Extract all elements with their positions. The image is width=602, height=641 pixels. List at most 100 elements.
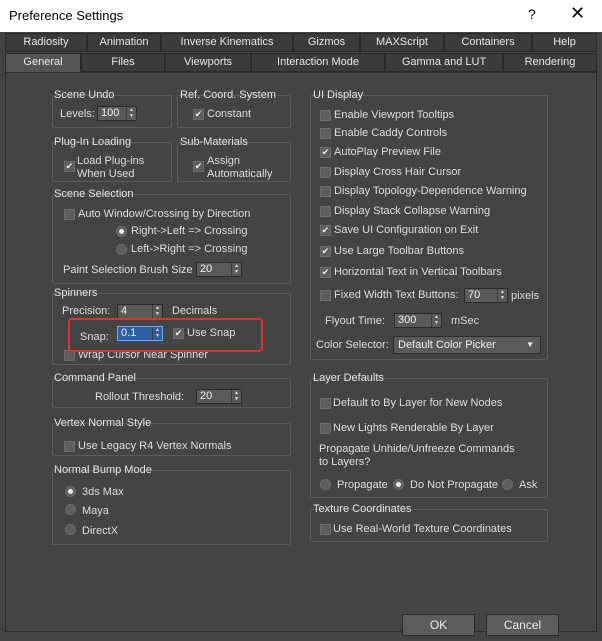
real-world-checkbox-icon[interactable] bbox=[320, 524, 331, 535]
fixed-width-label: Fixed Width Text Buttons: bbox=[334, 289, 459, 301]
topology-warning-checkbox-icon[interactable] bbox=[320, 186, 331, 197]
rollout-value: 20 bbox=[200, 390, 213, 402]
rollout-label: Rollout Threshold: bbox=[95, 391, 185, 403]
spinners-title: Spinners bbox=[54, 287, 98, 299]
auto-window-label: Auto Window/Crossing by Direction bbox=[78, 208, 251, 220]
left-right-radio-icon[interactable] bbox=[116, 244, 127, 255]
window-title: Preference Settings bbox=[9, 8, 124, 23]
new-lights-checkbox-icon[interactable] bbox=[320, 423, 331, 434]
horizontal-text-label: Horizontal Text in Vertical Toolbars bbox=[334, 266, 502, 278]
ui-display-title: UI Display bbox=[313, 89, 364, 101]
tab-containers[interactable]: Containers bbox=[444, 33, 532, 52]
load-plugins-line1: Load Plug-ins bbox=[77, 155, 145, 167]
assign-checkbox-icon[interactable]: ✔ bbox=[193, 161, 204, 172]
right-left-label: Right->Left => Crossing bbox=[131, 225, 248, 237]
layer-defaults-title: Layer Defaults bbox=[313, 372, 384, 384]
msec-label: mSec bbox=[451, 315, 480, 327]
brush-size-spinner[interactable]: 20 ▲ ▼ bbox=[196, 262, 242, 277]
left-right-label: Left->Right => Crossing bbox=[131, 243, 248, 255]
use-snap-checkbox-icon[interactable]: ✔ bbox=[173, 328, 184, 339]
default-by-layer-checkbox-icon[interactable] bbox=[320, 398, 331, 409]
do-not-propagate-radio-icon[interactable] bbox=[393, 479, 404, 490]
spinner-arrows-icon[interactable]: ▲ ▼ bbox=[431, 314, 441, 327]
save-ui-label: Save UI Configuration on Exit bbox=[334, 224, 479, 236]
tab-inverse-kinematics[interactable]: Inverse Kinematics bbox=[161, 33, 293, 52]
autoplay-preview-checkbox-icon[interactable]: ✔ bbox=[320, 147, 331, 158]
large-toolbar-checkbox-icon[interactable]: ✔ bbox=[320, 246, 331, 257]
pixels-label: pixels bbox=[511, 290, 540, 302]
bump-maya-label: Maya bbox=[82, 505, 109, 517]
spinner-arrows-icon[interactable]: ▲ ▼ bbox=[497, 289, 507, 302]
close-button[interactable]: ✕ bbox=[570, 3, 585, 24]
tab-animation[interactable]: Animation bbox=[87, 33, 161, 52]
fixed-width-spinner[interactable]: 70 ▲ ▼ bbox=[464, 288, 508, 303]
propagate-radio-icon[interactable] bbox=[320, 479, 331, 490]
tab-interaction-mode[interactable]: Interaction Mode bbox=[251, 53, 385, 72]
snap-label: Snap: bbox=[80, 331, 109, 343]
tab-general[interactable]: General bbox=[5, 53, 81, 72]
plugin-loading-title: Plug-In Loading bbox=[54, 136, 132, 148]
spinner-arrows-icon[interactable]: ▲ ▼ bbox=[152, 327, 162, 340]
flyout-time-label: Flyout Time: bbox=[325, 315, 385, 327]
brush-size-label: Paint Selection Brush Size bbox=[63, 264, 193, 276]
spinner-arrows-icon[interactable]: ▲ ▼ bbox=[231, 263, 241, 276]
flyout-time-spinner[interactable]: 300 ▲ ▼ bbox=[394, 313, 442, 328]
bump-directx-radio-icon[interactable] bbox=[65, 524, 76, 535]
save-ui-checkbox-icon[interactable]: ✔ bbox=[320, 225, 331, 236]
bump-directx-label: DirectX bbox=[82, 525, 119, 537]
assign-line1: Assign bbox=[207, 155, 241, 167]
ref-coord-title: Ref. Coord. System bbox=[180, 89, 276, 101]
help-button[interactable]: ? bbox=[528, 6, 536, 22]
brush-size-value: 20 bbox=[200, 263, 213, 275]
spinner-arrows-icon[interactable]: ▲ ▼ bbox=[231, 390, 241, 403]
precision-value: 4 bbox=[121, 305, 128, 317]
ask-radio-icon[interactable] bbox=[502, 479, 513, 490]
horizontal-text-checkbox-icon[interactable]: ✔ bbox=[320, 267, 331, 278]
cross-hair-label: Display Cross Hair Cursor bbox=[334, 166, 462, 178]
fixed-width-checkbox-icon[interactable] bbox=[320, 290, 331, 301]
stack-collapse-checkbox-icon[interactable] bbox=[320, 206, 331, 217]
ok-button[interactable]: OK bbox=[402, 614, 475, 636]
constant-checkbox-icon[interactable]: ✔ bbox=[193, 109, 204, 120]
color-selector-label: Color Selector: bbox=[316, 339, 389, 351]
cross-hair-checkbox-icon[interactable] bbox=[320, 167, 331, 178]
tab-viewports[interactable]: Viewports bbox=[165, 53, 251, 72]
caddy-controls-checkbox-icon[interactable] bbox=[320, 128, 331, 139]
precision-label: Precision: bbox=[62, 305, 111, 317]
auto-window-checkbox-icon[interactable] bbox=[64, 209, 75, 220]
load-plugins-line2: When Used bbox=[77, 168, 135, 180]
precision-spinner[interactable]: 4 ▲ ▼ bbox=[117, 304, 163, 319]
ask-label: Ask bbox=[519, 479, 538, 491]
use-snap-label: Use Snap bbox=[187, 327, 236, 339]
propagate-question-line2: to Layers? bbox=[319, 456, 371, 468]
legacy-normals-checkbox-icon[interactable] bbox=[64, 441, 75, 452]
assign-line2: Automatically bbox=[207, 168, 273, 180]
new-lights-label: New Lights Renderable By Layer bbox=[333, 422, 494, 434]
levels-spinner[interactable]: 100 ▲ ▼ bbox=[97, 106, 137, 121]
tab-files[interactable]: Files bbox=[81, 53, 165, 72]
autoplay-preview-label: AutoPlay Preview File bbox=[334, 146, 441, 158]
caddy-controls-label: Enable Caddy Controls bbox=[334, 127, 448, 139]
right-left-radio-icon[interactable] bbox=[116, 226, 127, 237]
bump-maya-radio-icon[interactable] bbox=[65, 504, 76, 515]
constant-label: Constant bbox=[207, 108, 252, 120]
viewport-tooltips-checkbox-icon[interactable] bbox=[320, 110, 331, 121]
rollout-spinner[interactable]: 20 ▲ ▼ bbox=[196, 389, 242, 404]
tab-rendering[interactable]: Rendering bbox=[503, 53, 597, 72]
decimals-label: Decimals bbox=[172, 305, 218, 317]
large-toolbar-label: Use Large Toolbar Buttons bbox=[334, 245, 465, 257]
tab-gamma-lut[interactable]: Gamma and LUT bbox=[385, 53, 503, 72]
tab-radiosity[interactable]: Radiosity bbox=[5, 33, 87, 52]
tab-maxscript[interactable]: MAXScript bbox=[360, 33, 444, 52]
color-selector-dropdown[interactable]: Default Color Picker ▼ bbox=[393, 336, 541, 354]
tab-gizmos[interactable]: Gizmos bbox=[293, 33, 360, 52]
tab-help[interactable]: Help bbox=[532, 33, 597, 52]
load-plugins-checkbox-icon[interactable]: ✔ bbox=[64, 161, 75, 172]
snap-value[interactable]: 0.1 bbox=[121, 327, 136, 339]
spinner-arrows-icon[interactable]: ▲ ▼ bbox=[126, 107, 136, 120]
texture-coords-title: Texture Coordinates bbox=[313, 503, 412, 515]
bump-3dsmax-radio-icon[interactable] bbox=[65, 486, 76, 497]
cancel-button[interactable]: Cancel bbox=[486, 614, 559, 636]
spinner-arrows-icon[interactable]: ▲ ▼ bbox=[152, 305, 162, 318]
snap-spinner[interactable]: 0.1 ▲ ▼ bbox=[117, 326, 163, 341]
